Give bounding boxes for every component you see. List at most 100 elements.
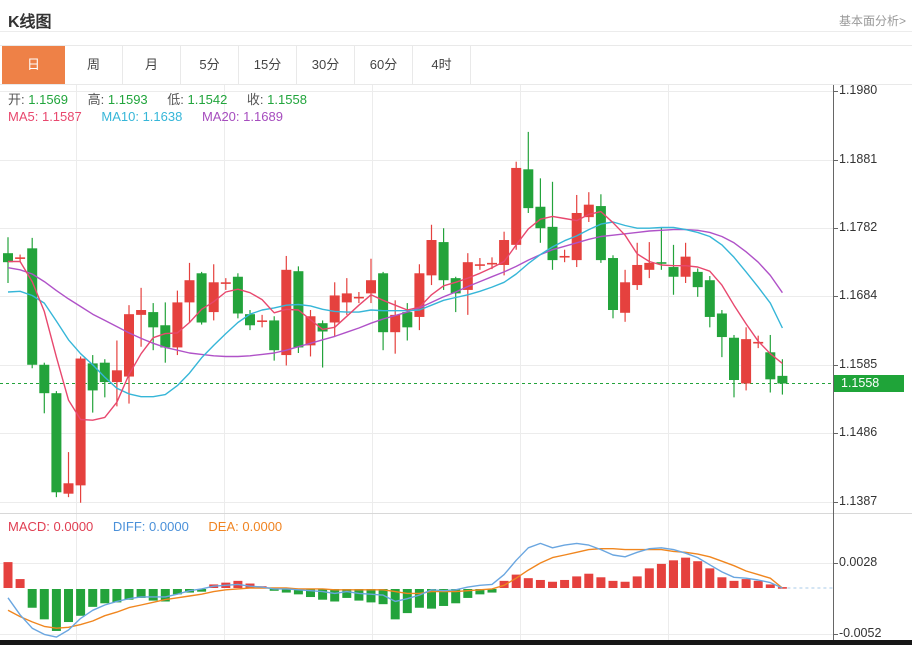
candle-1 — [15, 257, 25, 259]
tab-interval-3[interactable]: 5分 — [181, 46, 239, 84]
kline-page: K线图 基本面分析> 日周月5分15分30分60分4时 开: 1.1569 高:… — [0, 0, 912, 645]
candle-53 — [644, 263, 654, 270]
candle-55 — [669, 267, 679, 277]
candle-44 — [535, 207, 545, 228]
close-value: 1.1558 — [267, 92, 307, 107]
macd-histogram — [4, 558, 787, 631]
close-label: 收: — [247, 92, 264, 107]
high-label: 高: — [88, 92, 105, 107]
tab-interval-4[interactable]: 15分 — [239, 46, 297, 84]
candle-6 — [76, 359, 86, 486]
bottom-bar — [0, 640, 912, 645]
candle-22 — [269, 320, 279, 350]
diff-value: 0.0000 — [149, 519, 189, 534]
candle-30 — [366, 280, 376, 293]
candle-14 — [172, 302, 182, 347]
diff-label: DIFF: — [113, 519, 146, 534]
candle-59 — [717, 313, 727, 337]
low-label: 低: — [167, 92, 184, 107]
price-tick-2: 1.1782 — [839, 220, 877, 234]
candle-51 — [620, 282, 630, 312]
open-value: 1.1569 — [28, 92, 68, 107]
tab-interval-1[interactable]: 周 — [65, 46, 123, 84]
candle-23 — [281, 270, 291, 355]
candle-61 — [741, 339, 751, 383]
candle-31 — [378, 273, 388, 332]
candle-3 — [39, 365, 49, 393]
candle-32 — [390, 315, 400, 332]
tab-interval-2[interactable]: 月 — [123, 46, 181, 84]
ma5-label: MA5: — [8, 109, 38, 124]
candle-28 — [342, 293, 352, 302]
fundamental-analysis-link[interactable]: 基本面分析> — [839, 12, 906, 29]
ma-legend: MA5: 1.1587 MA10: 1.1638 MA20: 1.1689 — [8, 109, 299, 124]
macd-value: 0.0000 — [54, 519, 94, 534]
candle-25 — [306, 316, 316, 345]
candle-5 — [64, 483, 74, 493]
candle-16 — [197, 273, 207, 322]
candle-60 — [729, 338, 739, 380]
candle-58 — [705, 280, 715, 317]
candle-21 — [257, 320, 267, 322]
candle-45 — [548, 227, 558, 260]
last-price-tag: 1.1558 — [834, 375, 904, 392]
candle-40 — [487, 263, 497, 265]
candle-50 — [608, 258, 618, 310]
candle-17 — [209, 282, 219, 312]
price-tick-1: 1.1881 — [839, 152, 877, 166]
tab-interval-5[interactable]: 30分 — [297, 46, 355, 84]
tab-interval-7[interactable]: 4时 — [413, 46, 471, 84]
macd-tick-1: -0.0052 — [839, 626, 881, 640]
ohlc-legend: 开: 1.1569 高: 1.1593 低: 1.1542 收: 1.1558 — [8, 89, 323, 108]
page-title: K线图 — [8, 8, 52, 32]
candle-46 — [560, 256, 570, 258]
price-tick-5: 1.1486 — [839, 425, 877, 439]
ma20-label: MA20: — [202, 109, 240, 124]
interval-tabbar: 日周月5分15分30分60分4时 — [2, 46, 471, 84]
candle-42 — [511, 168, 521, 245]
tab-interval-6[interactable]: 60分 — [355, 46, 413, 84]
candle-12 — [148, 312, 158, 327]
axis-line — [833, 85, 838, 640]
candle-35 — [427, 240, 437, 275]
price-tick-4: 1.1585 — [839, 357, 877, 371]
tab-interval-0[interactable]: 日 — [2, 46, 65, 84]
low-value: 1.1542 — [188, 92, 228, 107]
candle-13 — [160, 325, 170, 347]
dea-value: 0.0000 — [242, 519, 282, 534]
header-divider — [0, 31, 912, 32]
ma10-value: 1.1638 — [143, 109, 183, 124]
ma5-value: 1.1587 — [42, 109, 82, 124]
tabbar-bottom-border — [0, 84, 912, 85]
candle-64 — [777, 376, 787, 384]
candle-2 — [27, 248, 37, 364]
candle-19 — [233, 277, 243, 314]
candle-8 — [100, 363, 110, 382]
ma20-value: 1.1689 — [243, 109, 283, 124]
candle-9 — [112, 370, 122, 382]
price-tick-3: 1.1684 — [839, 288, 877, 302]
candle-15 — [185, 280, 195, 302]
macd-legend: MACD: 0.0000 DIFF: 0.0000 DEA: 0.0000 — [8, 519, 298, 534]
candle-33 — [402, 312, 412, 327]
price-tick-0: 1.1980 — [839, 83, 877, 97]
ma10-label: MA10: — [101, 109, 139, 124]
candle-4 — [51, 393, 61, 492]
candle-29 — [354, 297, 364, 299]
price-tick-6: 1.1387 — [839, 494, 877, 508]
dea-label: DEA: — [208, 519, 238, 534]
candle-39 — [475, 264, 485, 266]
high-value: 1.1593 — [108, 92, 148, 107]
open-label: 开: — [8, 92, 25, 107]
macd-tick-0: 0.0028 — [839, 555, 877, 569]
candle-48 — [584, 205, 594, 217]
candles — [3, 132, 787, 503]
candle-11 — [136, 310, 146, 315]
candle-18 — [221, 282, 231, 284]
macd-label: MACD: — [8, 519, 50, 534]
candle-43 — [523, 169, 533, 208]
candle-52 — [632, 265, 642, 285]
candle-57 — [693, 272, 703, 287]
candle-27 — [330, 295, 340, 322]
candle-36 — [439, 242, 449, 280]
